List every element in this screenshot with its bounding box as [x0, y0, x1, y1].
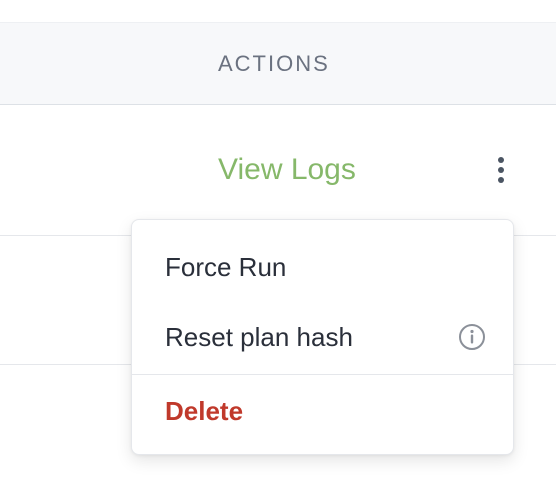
menu-item-label: Force Run [165, 252, 287, 282]
actions-header-label: ACTIONS [218, 51, 330, 76]
kebab-dot [498, 157, 504, 163]
actions-column-header: ACTIONS [0, 23, 548, 104]
table-row: View Logs [0, 105, 556, 236]
actions-dropdown-menu: Force Run Reset plan hash Delete [131, 219, 514, 455]
more-actions-button[interactable] [490, 155, 512, 189]
info-circle-icon[interactable] [458, 323, 486, 351]
view-logs-link[interactable]: View Logs [218, 153, 356, 187]
menu-item-delete[interactable]: Delete [132, 381, 513, 441]
menu-item-label: Reset plan hash [165, 322, 353, 352]
menu-item-reset-plan-hash[interactable]: Reset plan hash [132, 307, 513, 367]
menu-item-force-run[interactable]: Force Run [132, 237, 513, 297]
kebab-dot [498, 167, 504, 173]
kebab-dot [498, 177, 504, 183]
menu-divider [132, 374, 513, 375]
menu-item-label: Delete [165, 396, 244, 426]
table-top-strip [0, 0, 556, 23]
table-header: ACTIONS [0, 23, 556, 105]
runs-table: ACTIONS View Logs Force Run Reset plan h… [0, 0, 556, 490]
